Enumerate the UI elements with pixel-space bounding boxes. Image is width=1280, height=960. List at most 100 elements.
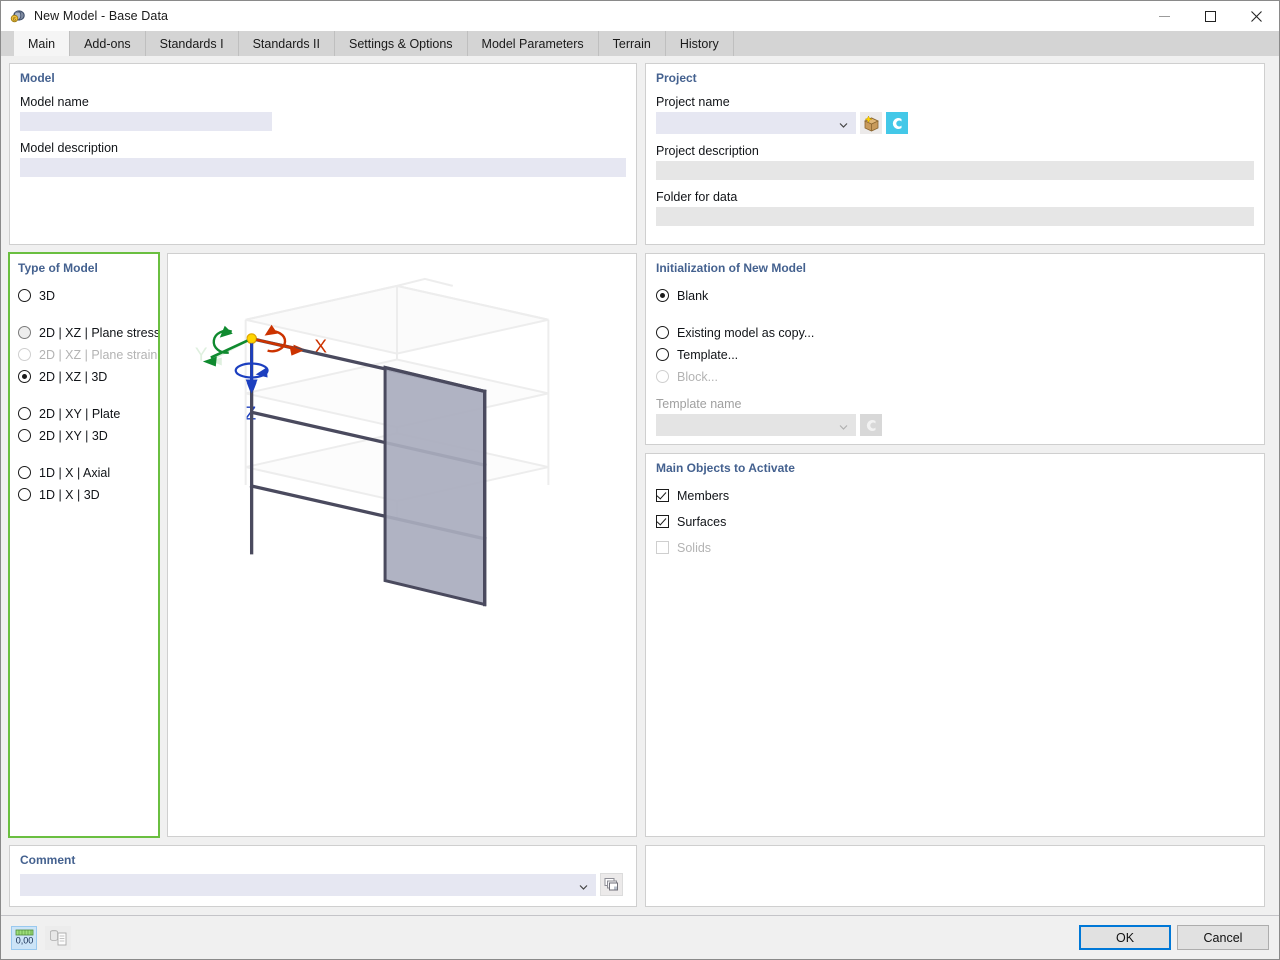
minimize-icon[interactable] xyxy=(1141,1,1187,31)
radio-indicator xyxy=(656,348,669,361)
new-project-box-icon[interactable] xyxy=(860,112,882,134)
tab-label: Add-ons xyxy=(84,37,131,51)
checkbox-members[interactable]: Members xyxy=(646,487,1264,504)
comment-combo[interactable] xyxy=(20,874,596,896)
type-of-model-panel: Type of Model 3D 2D | XZ | Plane stress xyxy=(9,253,159,837)
radio-label: 1D | X | 3D xyxy=(39,488,100,502)
tab-add-ons[interactable]: Add-ons xyxy=(70,31,146,56)
dialog-body: Model Model name Model description Type … xyxy=(1,56,1279,915)
radio-label: 2D | XY | 3D xyxy=(39,429,108,443)
radio-2d-xy-plate[interactable]: 2D | XY | Plate xyxy=(10,405,158,422)
radio-label: 2D | XZ | 3D xyxy=(39,370,107,384)
template-name-combo xyxy=(656,414,856,436)
radio-indicator xyxy=(18,466,31,479)
radio-2d-xz-3d[interactable]: 2D | XZ | 3D xyxy=(10,368,158,385)
project-description-input[interactable] xyxy=(656,161,1254,180)
close-icon[interactable] xyxy=(1233,1,1279,31)
project-panel-title: Project xyxy=(646,64,1264,85)
app-logo-icon: 6 xyxy=(10,8,26,24)
comment-panel: Comment xyxy=(9,845,637,907)
radio-label: 1D | X | Axial xyxy=(39,466,110,480)
main-objects-title: Main Objects to Activate xyxy=(646,454,1264,475)
tab-label: Terrain xyxy=(613,37,651,51)
new-model-dialog: 6 New Model - Base Data Main Add-ons Sta… xyxy=(0,0,1280,960)
radio-1d-x-3d[interactable]: 1D | X | 3D xyxy=(10,486,158,503)
tab-label: History xyxy=(680,37,719,51)
number-format-icon[interactable]: 0,00 xyxy=(11,926,37,950)
radio-indicator xyxy=(18,488,31,501)
template-name-label: Template name xyxy=(646,385,1264,414)
ok-button[interactable]: OK xyxy=(1079,925,1171,950)
tab-label: Settings & Options xyxy=(349,37,453,51)
checkbox-label: Surfaces xyxy=(677,515,726,529)
tab-terrain[interactable]: Terrain xyxy=(599,31,666,56)
cancel-button[interactable]: Cancel xyxy=(1177,925,1269,950)
footer-tools: 0,00 xyxy=(11,926,71,950)
tab-standards-i[interactable]: Standards I xyxy=(146,31,239,56)
radio-label: Block... xyxy=(677,370,718,384)
model-preview-graphic: X Y Z xyxy=(168,254,636,836)
footer-buttons: OK Cancel xyxy=(1079,925,1269,950)
checkbox-label: Solids xyxy=(677,541,711,555)
radio-indicator xyxy=(18,370,31,383)
model-panel: Model Model name Model description xyxy=(9,63,637,245)
folder-for-data-input[interactable] xyxy=(656,207,1254,226)
radio-label: 2D | XZ | Plane stress xyxy=(39,326,160,340)
chevron-down-icon xyxy=(839,421,848,430)
radio-blank[interactable]: Blank xyxy=(646,287,1264,304)
tab-standards-ii[interactable]: Standards II xyxy=(239,31,335,56)
checkbox-surfaces[interactable]: Surfaces xyxy=(646,513,1264,530)
radio-label: 2D | XY | Plate xyxy=(39,407,120,421)
tab-label: Standards II xyxy=(253,37,320,51)
right-spacer-panel xyxy=(645,845,1265,907)
radio-indicator xyxy=(656,370,669,383)
radio-label: 3D xyxy=(39,289,55,303)
type-of-model-title: Type of Model xyxy=(10,254,158,275)
radio-2d-xy-3d[interactable]: 2D | XY | 3D xyxy=(10,427,158,444)
dialog-footer: 0,00 OK Cancel xyxy=(1,915,1279,959)
tab-model-parameters[interactable]: Model Parameters xyxy=(468,31,599,56)
radio-existing-model-as-copy[interactable]: Existing model as copy... xyxy=(646,324,1264,341)
right-column: Project Project name xyxy=(645,63,1265,915)
project-description-label: Project description xyxy=(646,134,1264,161)
model-panel-title: Model xyxy=(10,64,636,85)
radio-1d-x-axial[interactable]: 1D | X | Axial xyxy=(10,464,158,481)
copy-windows-icon[interactable] xyxy=(600,873,623,896)
refresh-c-icon[interactable] xyxy=(886,112,908,134)
radio-3d[interactable]: 3D xyxy=(10,287,158,304)
radio-indicator xyxy=(18,326,31,339)
radio-indicator xyxy=(18,348,31,361)
initialization-panel: Initialization of New Model Blank Existi… xyxy=(645,253,1265,445)
radio-indicator xyxy=(18,407,31,420)
tab-history[interactable]: History xyxy=(666,31,734,56)
checkbox-solids: Solids xyxy=(646,539,1264,556)
checkbox-indicator xyxy=(656,489,669,502)
project-panel: Project Project name xyxy=(645,63,1265,245)
radio-2d-xz-plane-stress[interactable]: 2D | XZ | Plane stress xyxy=(10,324,158,341)
window-controls xyxy=(1141,1,1279,31)
active-surface xyxy=(385,368,485,605)
model-name-input[interactable] xyxy=(20,112,272,131)
tab-settings-options[interactable]: Settings & Options xyxy=(335,31,468,56)
radio-label: Template... xyxy=(677,348,738,362)
units-document-icon xyxy=(45,926,71,950)
project-name-combo[interactable] xyxy=(656,112,856,134)
model-description-input[interactable] xyxy=(20,158,626,177)
radio-indicator xyxy=(656,326,669,339)
radio-template[interactable]: Template... xyxy=(646,346,1264,363)
chevron-down-icon xyxy=(839,119,848,128)
window-title: New Model - Base Data xyxy=(34,9,168,23)
comment-panel-title: Comment xyxy=(10,846,636,867)
title-bar: 6 New Model - Base Data xyxy=(1,1,1279,31)
checkbox-indicator xyxy=(656,515,669,528)
comment-input[interactable] xyxy=(20,874,596,896)
maximize-icon[interactable] xyxy=(1187,1,1233,31)
tab-main[interactable]: Main xyxy=(14,31,70,56)
model-description-label: Model description xyxy=(10,131,636,158)
tab-bar: Main Add-ons Standards I Standards II Se… xyxy=(1,31,1279,56)
tab-label: Main xyxy=(28,37,55,51)
initialization-title: Initialization of New Model xyxy=(646,254,1264,275)
model-preview-viewport[interactable]: X Y Z xyxy=(167,253,637,837)
folder-for-data-label: Folder for data xyxy=(646,180,1264,207)
project-name-input[interactable] xyxy=(656,112,856,134)
